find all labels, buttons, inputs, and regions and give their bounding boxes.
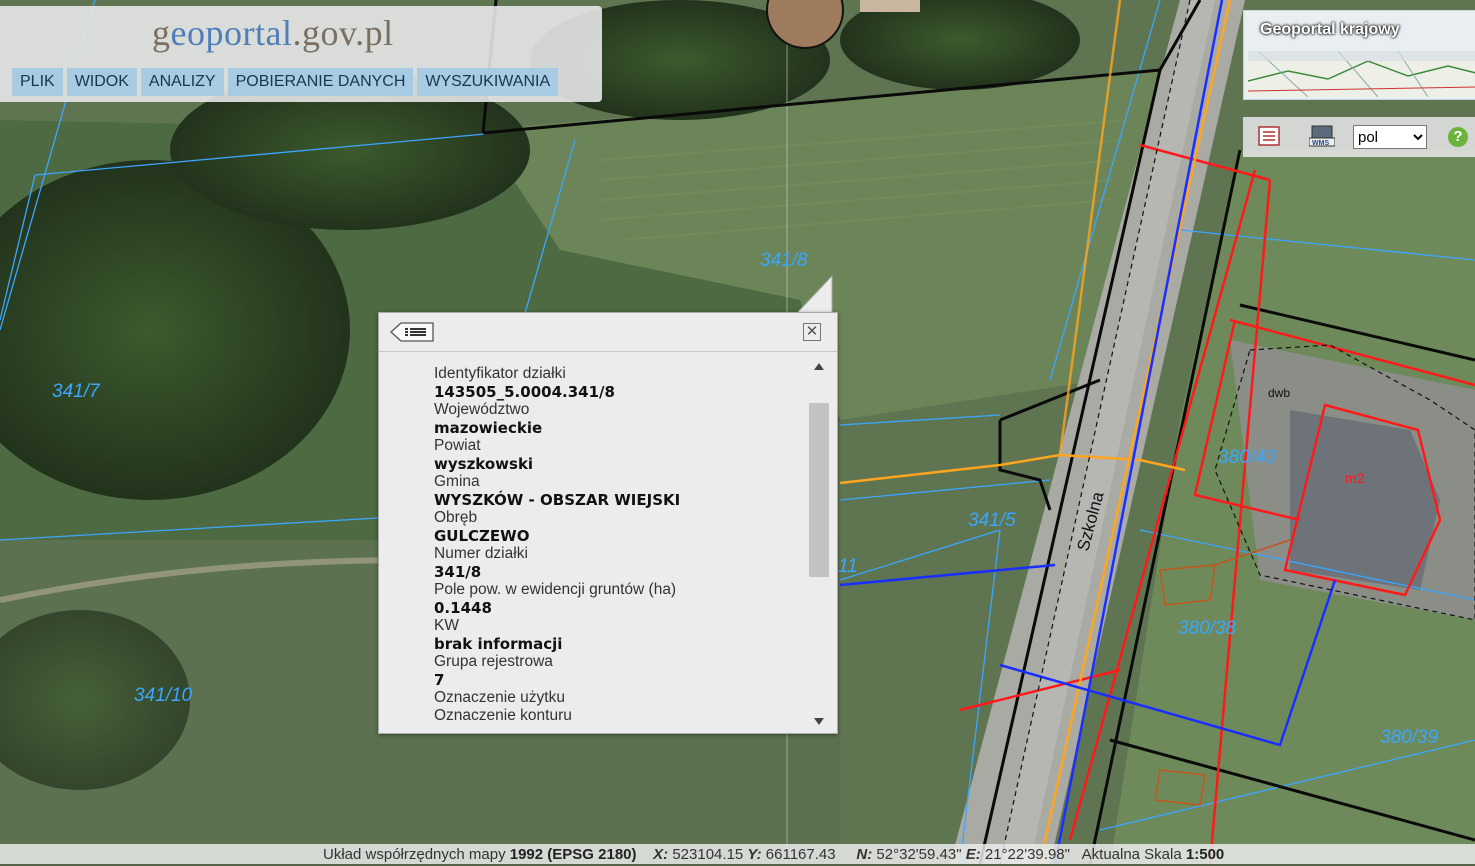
overview-map-panel[interactable]: Geoportal krajowy bbox=[1243, 10, 1475, 100]
field-value: GULCZEWO bbox=[434, 527, 530, 545]
field-label: Oznaczenie konturu bbox=[434, 707, 572, 724]
field-value: mazowieckie bbox=[434, 419, 543, 437]
popup-header: ✕ bbox=[379, 313, 837, 352]
parcel-label-341-10: 341/10 bbox=[134, 685, 193, 706]
field-value: 7 bbox=[434, 671, 445, 689]
feature-info-popup: ✕ Identyfikator działki 143505_5.0004.34… bbox=[378, 312, 838, 734]
scroll-up-arrow-icon[interactable] bbox=[814, 363, 824, 370]
field-label: Powiat bbox=[434, 437, 481, 454]
e-value: 21°22'39.98" bbox=[984, 846, 1070, 863]
parcel-label-11: 11 bbox=[838, 556, 858, 577]
menu-widok[interactable]: WIDOK bbox=[66, 68, 137, 96]
main-menu: PLIK WIDOK ANALIZY POBIERANIE DANYCH WYS… bbox=[12, 68, 559, 96]
menu-pobieranie-danych[interactable]: POBIERANIE DANYCH bbox=[227, 68, 414, 96]
field-label: Grupa rejestrowa bbox=[434, 653, 553, 670]
y-label: Y: bbox=[747, 846, 762, 863]
field-label: Numer działki bbox=[434, 545, 528, 562]
list-back-icon[interactable] bbox=[389, 321, 435, 343]
scale-label: Aktualna Skala bbox=[1081, 846, 1182, 863]
scale-value: 1:500 bbox=[1185, 846, 1225, 863]
n-label: N: bbox=[856, 846, 873, 863]
n-value: 52°32'59.43" bbox=[876, 846, 962, 863]
logo-suffix: .gov.pl bbox=[292, 13, 394, 53]
popup-content: Identyfikator działki 143505_5.0004.341/… bbox=[434, 365, 814, 727]
logo-mid: eoportal bbox=[170, 13, 293, 53]
small-map-label: dwb bbox=[1268, 386, 1290, 400]
x-label: X: bbox=[653, 846, 669, 863]
field-value: 0.1448 bbox=[434, 599, 492, 617]
parcel-label-380-40: 380/40 bbox=[1218, 447, 1277, 468]
logo-prefix: g bbox=[152, 13, 171, 53]
header-panel: geoportal.gov.pl PLIK WIDOK ANALIZY POBI… bbox=[0, 6, 602, 102]
field-value: 143505_5.0004.341/8 bbox=[434, 383, 615, 401]
close-icon[interactable]: ✕ bbox=[803, 323, 821, 341]
building-label: m2 bbox=[1345, 470, 1365, 486]
field-label: Oznaczenie użytku bbox=[434, 689, 565, 706]
crs-value: 1992 (EPSG 2180) bbox=[509, 846, 637, 863]
y-value: 661167.43 bbox=[765, 846, 836, 863]
e-label: E: bbox=[965, 846, 981, 863]
parcel-label-341-7: 341/7 bbox=[52, 381, 101, 402]
field-label: Pole pow. w ewidencji gruntów (ha) bbox=[434, 581, 677, 598]
svg-text:WMS: WMS bbox=[1312, 140, 1329, 147]
field-label: Obręb bbox=[434, 509, 478, 526]
field-label: Gmina bbox=[434, 473, 480, 490]
overview-map-thumbnail[interactable] bbox=[1248, 51, 1475, 97]
overview-title: Geoportal krajowy bbox=[1260, 21, 1400, 38]
status-content: Układ współrzędnych mapy 1992 (EPSG 2180… bbox=[323, 844, 1224, 866]
wms-icon[interactable]: WMS bbox=[1309, 125, 1335, 147]
popup-scrollbar[interactable] bbox=[809, 359, 829, 725]
parcel-label-380-39: 380/39 bbox=[1380, 727, 1439, 748]
field-value: brak informacji bbox=[434, 635, 563, 653]
parcel-label-341-8: 341/8 bbox=[760, 250, 808, 271]
scroll-thumb[interactable] bbox=[809, 403, 829, 577]
popup-pointer bbox=[798, 274, 833, 316]
crs-label: Układ współrzędnych mapy bbox=[323, 846, 506, 863]
geoportal-logo[interactable]: geoportal.gov.pl bbox=[152, 12, 394, 54]
parcel-label-380-38: 380/38 bbox=[1178, 618, 1237, 639]
status-bar: Układ współrzędnych mapy 1992 (EPSG 2180… bbox=[0, 844, 1475, 864]
field-label: KW bbox=[434, 617, 459, 634]
menu-wyszukiwania[interactable]: WYSZUKIWANIA bbox=[417, 68, 559, 96]
legend-icon[interactable] bbox=[1257, 125, 1281, 147]
language-select[interactable]: pol bbox=[1353, 125, 1427, 149]
field-label: Województwo bbox=[434, 401, 530, 418]
scroll-down-arrow-icon[interactable] bbox=[814, 718, 824, 725]
x-value: 523104.15 bbox=[672, 846, 744, 863]
menu-plik[interactable]: PLIK bbox=[12, 68, 63, 96]
field-label: Identyfikator działki bbox=[434, 365, 566, 382]
parcel-label-341-5: 341/5 bbox=[968, 510, 1016, 531]
menu-analizy[interactable]: ANALIZY bbox=[140, 68, 224, 96]
map-toolbar: WMS pol ? bbox=[1243, 117, 1475, 157]
field-value: wyszkowski bbox=[434, 455, 534, 473]
help-icon[interactable]: ? bbox=[1448, 127, 1468, 147]
field-value: 341/8 bbox=[434, 563, 482, 581]
field-value: WYSZKÓW - OBSZAR WIEJSKI bbox=[434, 491, 681, 509]
